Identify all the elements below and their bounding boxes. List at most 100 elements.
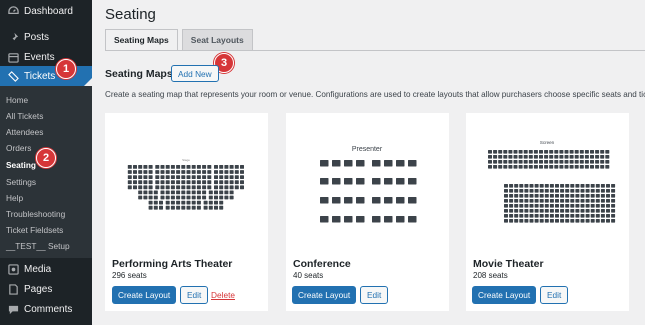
seat-shape [519,189,524,193]
submenu-all-tickets[interactable]: All Tickets [6,111,43,121]
seat-shape [224,165,229,169]
seat-shape [585,199,590,203]
submenu-home[interactable]: Home [6,95,28,105]
seat-shape [611,209,616,213]
delete-link[interactable]: Delete [211,290,235,300]
seat-shape [155,180,160,185]
menu-posts[interactable]: Posts [0,26,92,48]
submenu-ticket-fieldsets[interactable]: Ticket Fieldsets [6,225,63,235]
seat-shape [229,185,234,190]
seat-shape [176,195,181,200]
seat-shape [513,150,518,154]
menu-pages[interactable]: Pages [0,278,92,300]
seat-shape [584,150,589,154]
seat-shape [575,219,580,223]
seat-shape [595,165,600,169]
add-new-button[interactable]: Add New [171,65,219,82]
seat-shape [549,155,554,159]
seat-shape [240,170,244,174]
seat-shape [519,214,524,218]
seat-shape [544,150,549,154]
seat-shape [600,160,605,164]
seat-shape [148,175,153,179]
menu-label: Pages [24,283,53,295]
seat-shape [600,209,605,213]
seat-shape [229,175,234,179]
seat-shape [229,165,234,169]
submenu-test-setup[interactable]: __TEST__ Setup [6,241,70,251]
seat-shape [208,200,213,205]
menu-media[interactable]: Media [0,258,92,280]
seat-shape [181,170,186,174]
seat-shape [570,214,575,218]
seat-shape [600,194,605,198]
menu-comments[interactable]: Comments [0,298,92,320]
edit-button[interactable]: Edit [360,286,389,304]
seat-shape [504,219,508,223]
tabs-divider [105,50,645,51]
seat-shape [219,180,224,185]
seat-shape [579,165,584,169]
submenu-help[interactable]: Help [6,193,23,203]
seat-shape [528,165,533,169]
seat-shape [600,150,605,154]
seat-shape [504,184,508,188]
edit-button[interactable]: Edit [180,286,209,304]
create-layout-button[interactable]: Create Layout [292,286,357,304]
submenu-settings[interactable]: Settings [6,177,36,187]
seat-shape [159,205,163,210]
seat-shape [176,180,181,185]
menu-dashboard[interactable]: Dashboard [0,0,92,22]
seat-shape [559,155,564,159]
seat-shape [344,178,353,185]
seat-shape [159,200,163,205]
seat-shape [138,165,143,169]
seat-shape [570,189,575,193]
seat-shape [208,190,213,195]
seat-shape [207,180,212,185]
seat-shape [565,189,570,193]
seat-shape [539,199,544,203]
seat-shape [513,160,518,164]
stage-label: Stage [182,158,190,162]
menu-events[interactable]: Events [0,46,92,68]
seat-shape [138,190,143,195]
seat-shape [229,170,234,174]
seat-shape [224,190,229,195]
seat-shape [590,165,594,169]
create-layout-button[interactable]: Create Layout [112,286,177,304]
seat-shape [320,197,329,204]
seat-shape [539,184,544,188]
seat-shape [590,219,595,223]
seat-shape [208,195,213,200]
seat-shape [133,175,137,179]
seat-shape [611,199,616,203]
menu-tickets[interactable]: Tickets [0,66,92,86]
submenu-orders[interactable]: Orders [6,143,31,153]
create-layout-button[interactable]: Create Layout [472,286,537,304]
seat-shape [504,209,508,213]
seat-shape [160,195,165,200]
seat-shape [533,155,538,159]
seat-shape [148,185,153,190]
seat-shape [202,170,207,174]
edit-button[interactable]: Edit [540,286,569,304]
tab-seating-maps[interactable]: Seating Maps [105,29,178,51]
seat-shape [519,194,524,198]
seat-shape [544,219,549,223]
seat-shape [214,200,218,205]
seat-shape [372,160,381,167]
menu-label: Posts [24,31,50,43]
seat-shape [181,175,186,179]
seat-shape [600,155,605,159]
submenu-seating[interactable]: Seating [6,160,36,170]
seat-shape [590,199,595,203]
submenu-attendees[interactable]: Attendees [6,127,43,137]
submenu-troubleshooting[interactable]: Troubleshooting [6,209,65,219]
tab-seat-layouts[interactable]: Seat Layouts [181,29,253,51]
seat-shape [579,160,584,164]
media-icon [4,263,22,275]
seat-shape [320,216,329,223]
seat-shape [611,194,616,198]
page-description: Create a seating map that represents you… [105,90,645,99]
